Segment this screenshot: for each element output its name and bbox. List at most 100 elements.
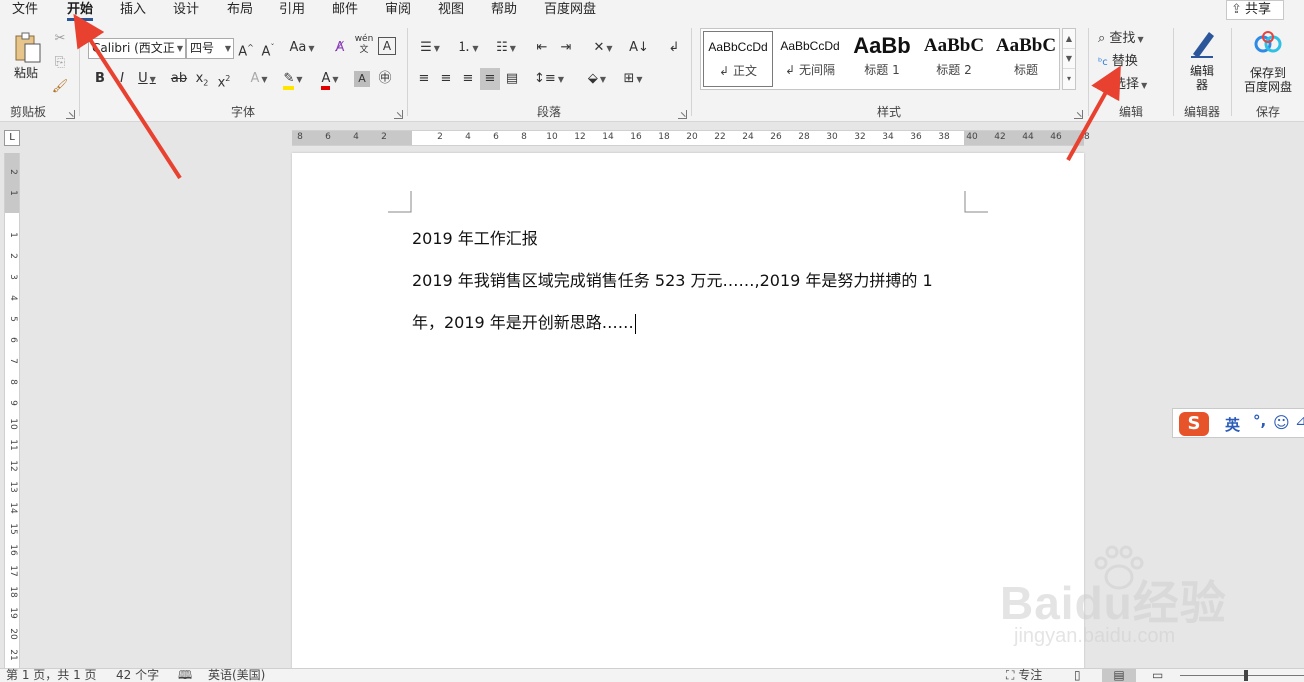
cut-icon[interactable]: ✂ <box>50 28 70 50</box>
editor-pen-icon[interactable] <box>1186 28 1218 62</box>
grow-font-icon[interactable]: A^ <box>236 37 256 59</box>
print-layout-icon[interactable]: ▤ <box>1102 669 1136 682</box>
select-button[interactable]: ⬉ 选择 ▼ <box>1098 74 1164 96</box>
select-label: 选择 <box>1113 77 1140 92</box>
strikethrough-icon[interactable]: ab <box>168 68 190 90</box>
focus-mode-button[interactable]: ⛶ 专注 <box>1006 669 1042 682</box>
tab-selector[interactable]: L <box>4 130 20 146</box>
bullets-icon[interactable]: ☰ ▼ <box>414 37 446 59</box>
style-normal[interactable]: AaBbCcDd ↲ 正文 <box>703 31 773 87</box>
chinese-layout-icon[interactable]: ✕ ▼ <box>586 37 620 59</box>
borders-icon[interactable]: ⊞ ▼ <box>616 68 650 90</box>
find-button[interactable]: ⌕ 查找 ▼ <box>1098 28 1164 50</box>
numbering-icon[interactable]: ⒈ ▼ <box>452 37 484 59</box>
replace-label: 替换 <box>1111 54 1138 69</box>
tab-design[interactable]: 设计 <box>173 1 199 21</box>
word-count[interactable]: 42 个字 <box>116 669 159 682</box>
style-no-spacing[interactable]: AaBbCcDd ↲ 无间隔 <box>775 31 845 87</box>
styles-gallery-scroll[interactable]: ▲ ▼ ▾ <box>1062 28 1076 90</box>
ime-punctuation-toggle[interactable]: °, <box>1253 412 1266 430</box>
paragraph-launcher-icon[interactable] <box>678 110 687 119</box>
underline-icon[interactable]: U ▼ <box>134 68 160 90</box>
style-heading-1[interactable]: AaBb 标题 1 <box>847 31 917 87</box>
enclose-characters-icon[interactable]: ㊥ <box>376 68 394 90</box>
line-spacing-icon[interactable]: ↕≡ ▼ <box>532 68 566 90</box>
superscript-icon[interactable]: x2 <box>214 68 234 90</box>
proofing-icon[interactable]: 🕮 <box>178 669 192 682</box>
focus-label: 专注 <box>1018 668 1043 682</box>
style-heading-2[interactable]: AaBbC 标题 2 <box>919 31 989 87</box>
share-button[interactable]: ⇪ 共享 <box>1226 0 1284 20</box>
align-left-icon[interactable]: ≡ <box>414 68 434 90</box>
align-right-icon[interactable]: ≡ <box>458 68 478 90</box>
increase-indent-icon[interactable]: ⇥ <box>556 37 576 59</box>
clear-format-icon[interactable]: A̸ <box>330 37 350 59</box>
multilevel-list-icon[interactable]: ☷ ▼ <box>490 37 522 59</box>
shrink-font-icon[interactable]: Aˇ <box>258 37 278 59</box>
style-title[interactable]: AaBbC 标题 <box>991 31 1061 87</box>
tab-insert[interactable]: 插入 <box>120 1 146 21</box>
tab-layout[interactable]: 布局 <box>227 1 253 21</box>
tab-review[interactable]: 审阅 <box>385 1 411 21</box>
document-body-line[interactable]: 2019 年我销售区域完成销售任务 523 万元……,2019 年是努力拼搏的 … <box>412 267 933 291</box>
scroll-down-icon[interactable]: ▼ <box>1063 49 1075 69</box>
clipboard-launcher-icon[interactable] <box>66 110 75 119</box>
ime-language-toggle[interactable]: 英 <box>1225 414 1240 435</box>
justify-icon[interactable]: ≡ <box>480 68 500 90</box>
font-name-combo[interactable]: Calibri (西文正 ▼ <box>88 38 186 59</box>
replace-button[interactable]: ᵇc 替换 <box>1098 51 1158 73</box>
baidu-netdisk-icon[interactable] <box>1252 30 1284 60</box>
align-center-icon[interactable]: ≡ <box>436 68 456 90</box>
ime-more-icon[interactable]: ⊿ <box>1295 413 1304 429</box>
sogou-logo-icon[interactable]: S <box>1179 412 1209 436</box>
text-effects-icon[interactable]: A ▼ <box>244 68 274 90</box>
format-painter-icon[interactable]: 🖌 <box>50 76 70 98</box>
read-mode-icon[interactable]: ▯ <box>1074 669 1081 682</box>
highlight-icon[interactable]: ✎ ▼ <box>278 68 308 90</box>
distributed-icon[interactable]: ▤ <box>502 68 522 90</box>
tab-home[interactable]: 开始 <box>67 1 94 21</box>
tab-file[interactable]: 文件 <box>12 1 38 21</box>
italic-icon[interactable]: I <box>114 68 130 90</box>
tab-mailings[interactable]: 邮件 <box>332 1 358 21</box>
ruler-tick-label: 24 <box>742 132 754 142</box>
more-styles-icon[interactable]: ▾ <box>1063 69 1075 89</box>
zoom-slider[interactable] <box>1180 675 1304 676</box>
tab-view[interactable]: 视图 <box>438 1 464 21</box>
tab-baidu-netdisk[interactable]: 百度网盘 <box>544 1 596 21</box>
paragraph-group-label: 段落 <box>536 105 561 119</box>
document-body-line[interactable]: 年，2019 年是开创新思路…… <box>412 313 634 332</box>
paste-button[interactable]: 粘贴 <box>14 64 38 81</box>
save-to-netdisk-button[interactable]: 保存到 百度网盘 <box>1238 66 1298 94</box>
scroll-up-icon[interactable]: ▲ <box>1063 29 1075 49</box>
decrease-indent-icon[interactable]: ⇤ <box>532 37 552 59</box>
phonetic-guide-icon[interactable]: wén 文 <box>354 34 374 56</box>
page-count[interactable]: 第 1 页，共 1 页 <box>6 669 97 682</box>
character-border-icon[interactable]: A <box>378 37 396 55</box>
font-color-icon[interactable]: A ▼ <box>314 68 346 90</box>
document-title-line[interactable]: 2019 年工作汇报 <box>412 225 538 249</box>
web-layout-icon[interactable]: ▭ <box>1152 669 1163 682</box>
show-marks-icon[interactable]: ↲ <box>664 37 684 59</box>
bold-icon[interactable]: B <box>92 68 108 90</box>
styles-launcher-icon[interactable] <box>1074 110 1083 119</box>
zoom-slider-thumb[interactable] <box>1244 670 1248 681</box>
font-size-combo[interactable]: 四号 ▼ <box>186 38 234 59</box>
document-body-line-cursor[interactable]: 年，2019 年是开创新思路…… <box>412 309 636 334</box>
editor-button[interactable]: 编辑器 <box>1188 64 1216 92</box>
subscript-icon[interactable]: x2 <box>192 68 212 90</box>
document-page[interactable]: 2019 年工作汇报 2019 年我销售区域完成销售任务 523 万元……,20… <box>292 153 1084 673</box>
font-launcher-icon[interactable] <box>394 110 403 119</box>
copy-icon[interactable]: ⎘ <box>50 52 70 74</box>
paste-icon[interactable] <box>12 32 44 64</box>
language-indicator[interactable]: 英语(美国) <box>208 669 265 682</box>
vertical-ruler[interactable]: 2 1 1 2 3 4 5 6 7 8 9 10 11 12 13 14 15 16 17 18 19 20 21 <box>4 153 20 668</box>
shading-icon[interactable]: ⬙ ▼ <box>580 68 614 90</box>
change-case-button[interactable]: Aa ▼ <box>286 37 318 59</box>
tab-references[interactable]: 引用 <box>279 1 305 21</box>
tab-help[interactable]: 帮助 <box>491 1 517 21</box>
emoji-icon[interactable]: ☺ <box>1273 413 1290 432</box>
character-shading-icon[interactable]: A <box>354 71 370 87</box>
sort-icon[interactable]: A↓ <box>628 37 650 59</box>
horizontal-ruler[interactable]: 8 6 4 2 2 4 6 8 10 12 14 16 18 20 22 24 26 28 30 32 34 36 38 40… <box>292 130 1090 146</box>
